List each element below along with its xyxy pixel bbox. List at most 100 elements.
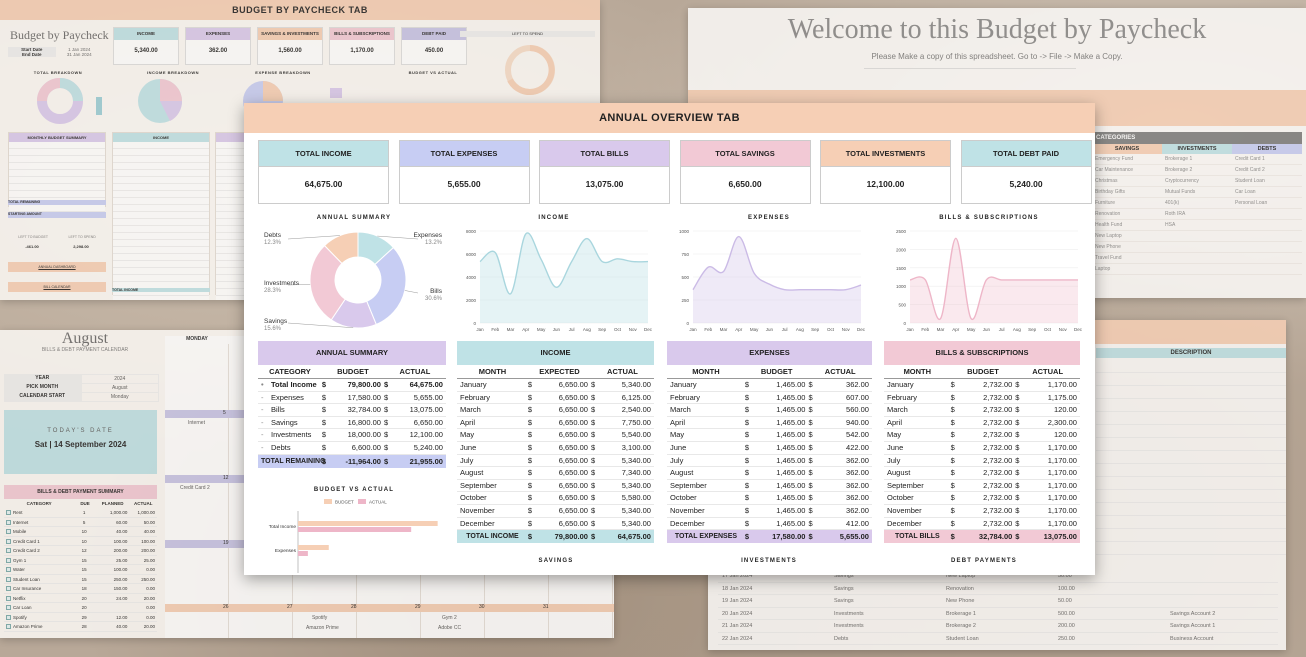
transaction-cell[interactable]: Savings Account 1 xyxy=(1166,620,1278,632)
paid-checkbox[interactable] xyxy=(6,538,11,544)
calendar-entry[interactable]: Amazon Prime xyxy=(306,625,339,631)
calendar-entry[interactable]: Spotify xyxy=(312,615,327,621)
calendar-entry[interactable]: Gym 2 xyxy=(442,615,457,621)
bar-actual xyxy=(298,551,308,556)
transaction-cell[interactable]: Business Account xyxy=(1166,633,1278,645)
paid-checkbox[interactable] xyxy=(6,595,11,601)
category-cell[interactable]: Car Loan xyxy=(1232,187,1302,198)
category-cell[interactable]: Christmas xyxy=(1092,176,1162,187)
category-cell[interactable] xyxy=(1232,242,1302,253)
total-card-value: 12,100.00 xyxy=(866,179,905,189)
month-row: May $1,465.00 $542.00 xyxy=(667,429,872,442)
mini-bar xyxy=(330,88,342,98)
paid-checkbox[interactable] xyxy=(6,605,11,611)
month-row: May $6,650.00 $5,540.00 xyxy=(457,429,654,442)
x-tick-label: May xyxy=(967,327,976,332)
calendar-entry[interactable]: Credit Card 2 xyxy=(180,485,210,491)
category-cell[interactable]: Personal Loan xyxy=(1232,198,1302,209)
category-cell[interactable]: 401(k) xyxy=(1162,198,1232,209)
transaction-cell[interactable]: 19 Jan 2024 xyxy=(718,595,830,607)
category-cell[interactable]: Brokerage 1 xyxy=(1162,154,1232,165)
category-cell[interactable]: Emergency Fund xyxy=(1092,154,1162,165)
bill-summary-row: Rent 1 1,000.00 1,000.00 xyxy=(4,508,157,518)
transaction-cell[interactable]: Student Loan xyxy=(942,633,1054,645)
transaction-cell[interactable]: Renovation xyxy=(942,583,1054,595)
transaction-cell[interactable] xyxy=(1166,570,1278,582)
paid-checkbox[interactable] xyxy=(6,567,11,573)
x-tick-label: Jun xyxy=(766,327,774,332)
category-cell[interactable] xyxy=(1162,242,1232,253)
x-tick-label: Oct xyxy=(827,327,835,332)
calendar-entry[interactable]: Adobe CC xyxy=(438,625,461,631)
category-cell[interactable] xyxy=(1162,253,1232,264)
category-cell[interactable]: Furniture xyxy=(1092,198,1162,209)
paid-checkbox[interactable] xyxy=(6,624,11,630)
bill-calendar-link[interactable]: BILL CALENDAR xyxy=(8,282,106,292)
paid-checkbox[interactable] xyxy=(6,586,11,592)
transaction-cell[interactable]: Investments xyxy=(830,620,942,632)
category-cell[interactable]: Laptop xyxy=(1092,264,1162,275)
category-cell[interactable]: Birthday Gifts xyxy=(1092,187,1162,198)
transaction-cell[interactable]: Savings Account 2 xyxy=(1166,608,1278,620)
transaction-cell[interactable]: 18 Jan 2024 xyxy=(718,583,830,595)
transaction-cell[interactable]: Brokerage 2 xyxy=(942,620,1054,632)
transaction-cell[interactable]: Investments xyxy=(830,608,942,620)
transaction-cell[interactable]: 22 Jan 2024 xyxy=(718,633,830,645)
category-cell[interactable]: Student Loan xyxy=(1232,176,1302,187)
expenses-table: EXPENSES MONTH BUDGET ACTUAL January $1,465… xyxy=(667,341,872,544)
paid-checkbox[interactable] xyxy=(6,548,11,554)
transaction-cell[interactable]: Savings xyxy=(830,583,942,595)
mini-summary-card: DEBT PAID 450.00 xyxy=(401,27,467,65)
category-cell[interactable]: Health Fund xyxy=(1092,220,1162,231)
category-cell[interactable] xyxy=(1162,231,1232,242)
transaction-cell[interactable]: 200.00 xyxy=(1054,620,1166,632)
transaction-cell[interactable]: 20 Jan 2024 xyxy=(718,608,830,620)
transaction-cell[interactable]: New Phone xyxy=(942,595,1054,607)
paid-checkbox[interactable] xyxy=(6,510,11,516)
paid-checkbox[interactable] xyxy=(6,529,11,535)
category-cell[interactable]: Roth IRA xyxy=(1162,209,1232,220)
category-cell[interactable]: Travel Fund xyxy=(1092,253,1162,264)
category-cell[interactable]: New Laptop xyxy=(1092,231,1162,242)
transaction-cell[interactable]: 250.00 xyxy=(1054,633,1166,645)
category-cell[interactable]: Cryptocurrency xyxy=(1162,176,1232,187)
transaction-cell[interactable]: Savings xyxy=(830,595,942,607)
sheet-title: Budget by Paycheck xyxy=(10,28,109,42)
paid-checkbox[interactable] xyxy=(6,519,11,525)
x-tick-label: Nov xyxy=(629,327,638,332)
category-cell[interactable]: Renovation xyxy=(1092,209,1162,220)
category-cell[interactable]: New Phone xyxy=(1092,242,1162,253)
paid-checkbox[interactable] xyxy=(6,614,11,620)
category-cell[interactable] xyxy=(1232,220,1302,231)
category-cell[interactable] xyxy=(1232,209,1302,220)
category-cell[interactable] xyxy=(1232,264,1302,275)
category-cell[interactable] xyxy=(1232,231,1302,242)
category-cell[interactable]: HSA xyxy=(1162,220,1232,231)
paid-checkbox[interactable] xyxy=(6,557,11,563)
paid-checkbox[interactable] xyxy=(6,576,11,582)
calendar-entry[interactable]: Internet xyxy=(188,420,205,426)
transaction-cell[interactable]: Debts xyxy=(830,633,942,645)
end-date-field[interactable]: 31 Jan 2024 xyxy=(56,52,104,57)
total-card-label: TOTAL EXPENSES xyxy=(399,141,529,167)
transaction-cell[interactable]: Brokerage 1 xyxy=(942,608,1054,620)
category-cell[interactable] xyxy=(1162,264,1232,275)
transaction-cell[interactable] xyxy=(1166,595,1278,607)
category-cell[interactable]: Credit Card 2 xyxy=(1232,165,1302,176)
calendar-start-dropdown[interactable]: Monday xyxy=(80,392,159,402)
transaction-cell[interactable]: 500.00 xyxy=(1054,608,1166,620)
y-tick-label: 750 xyxy=(681,252,689,257)
transaction-cell[interactable]: 21 Jan 2024 xyxy=(718,620,830,632)
transaction-cell[interactable]: 50.00 xyxy=(1054,595,1166,607)
category-cell[interactable]: Mutual Funds xyxy=(1162,187,1232,198)
donut-label: Investments xyxy=(264,280,300,287)
annual-summary-row: - Expenses $17,580.00 $5,655.00 xyxy=(258,392,446,405)
welcome-instructions: Please Make a copy of this spreadsheet. … xyxy=(871,52,1123,61)
category-cell[interactable]: Car Maintenance xyxy=(1092,165,1162,176)
category-cell[interactable] xyxy=(1232,253,1302,264)
annual-dashboard-link[interactable]: ANNUAL DASHBOARD xyxy=(8,262,106,272)
transaction-cell[interactable] xyxy=(1166,583,1278,595)
transaction-cell[interactable]: 100.00 xyxy=(1054,583,1166,595)
category-cell[interactable]: Brokerage 2 xyxy=(1162,165,1232,176)
category-cell[interactable]: Credit Card 1 xyxy=(1232,154,1302,165)
